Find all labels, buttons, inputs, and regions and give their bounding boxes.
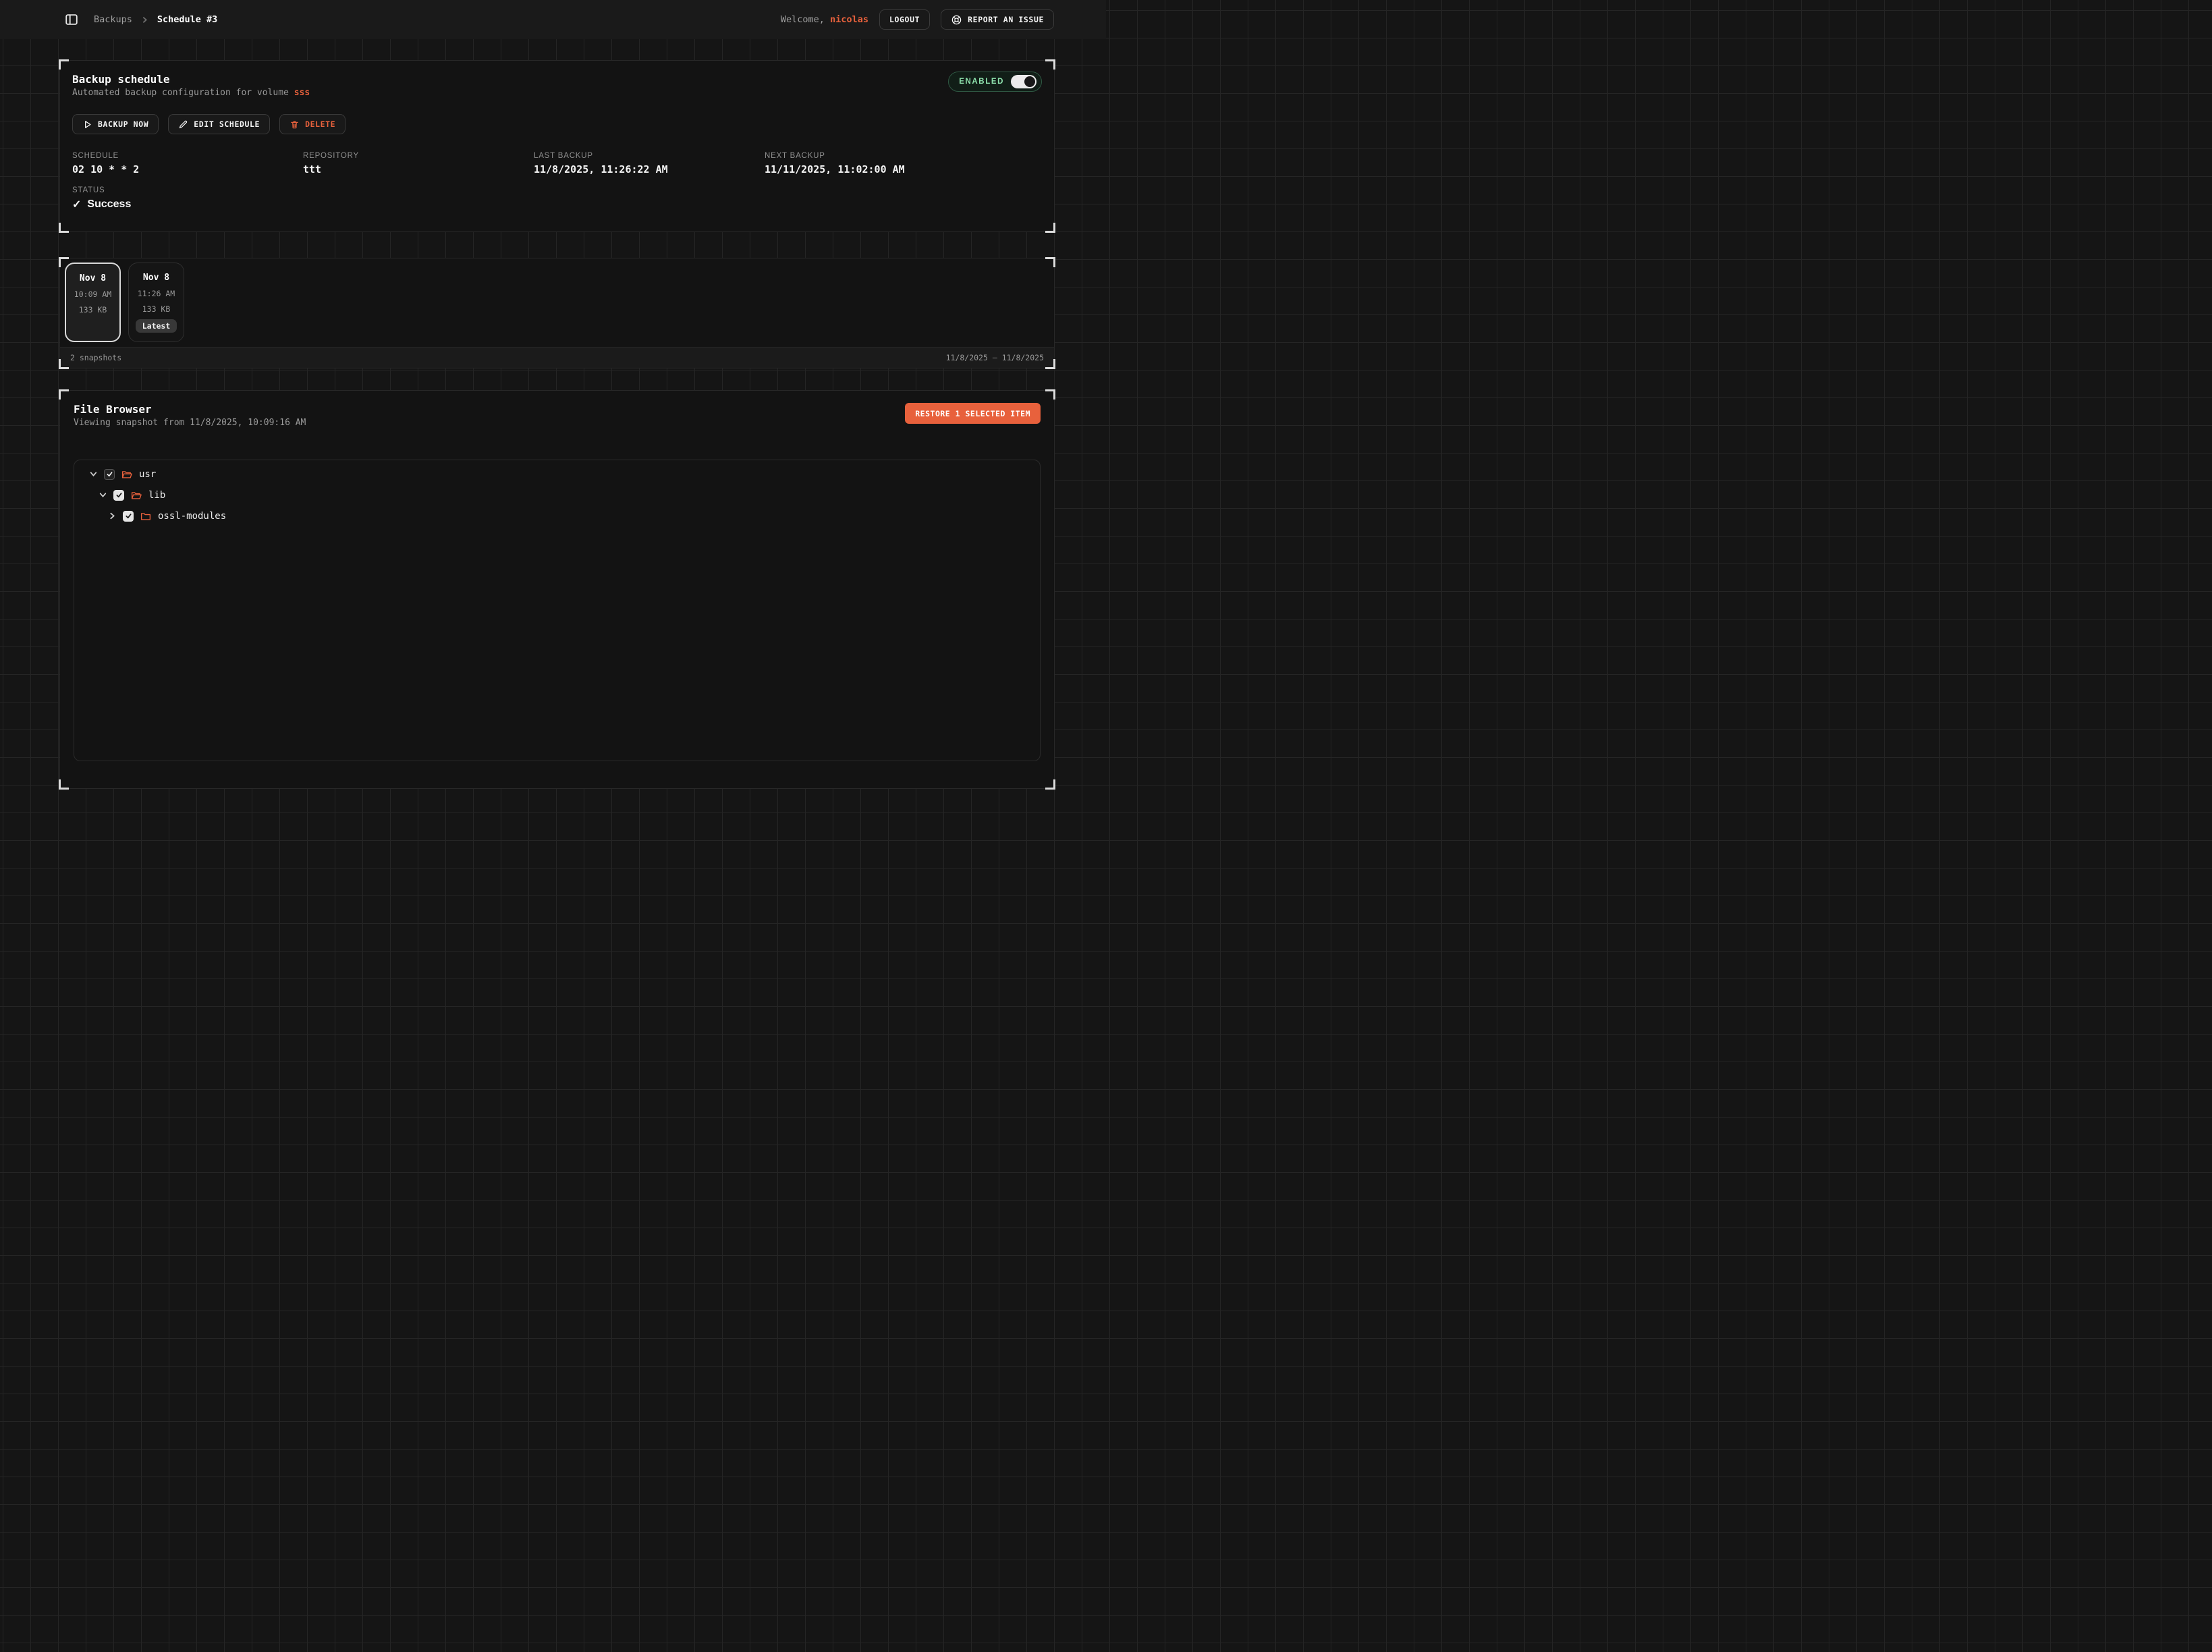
snapshot-time: 11:26 AM [138,289,175,298]
corner-bracket [59,359,69,369]
corner-bracket [1045,779,1055,790]
corner-bracket [59,223,69,233]
sidebar-toggle-button[interactable] [64,12,79,27]
snapshot-count: 2 snapshots [70,353,121,362]
tree-row-usr[interactable]: usr [81,464,1033,485]
latest-badge: Latest [136,319,177,333]
corner-bracket [1045,389,1055,400]
report-issue-button[interactable]: REPORT AN ISSUE [941,9,1054,30]
field-label: REPOSITORY [303,152,534,160]
enabled-label: ENABLED [959,78,1004,86]
field-repository: REPOSITORY ttt [303,152,534,175]
toggle-switch[interactable] [1011,75,1036,88]
panel-left-icon [64,12,79,27]
field-label: LAST BACKUP [534,152,765,160]
breadcrumb-backups[interactable]: Backups [94,14,132,25]
corner-bracket [1045,257,1055,267]
card-title: Backup schedule [72,73,1042,86]
status-label: STATUS [72,186,1042,194]
edit-schedule-button[interactable]: EDIT SCHEDULE [168,114,270,134]
field-value: 11/11/2025, 11:02:00 AM [765,163,1042,175]
welcome-prefix: Welcome, [781,14,825,25]
file-browser-subtitle: Viewing snapshot from 11/8/2025, 10:09:1… [74,418,1041,428]
field-next-backup: NEXT BACKUP 11/11/2025, 11:02:00 AM [765,152,1042,175]
username: nicolas [830,14,868,25]
volume-name: sss [294,88,310,98]
play-icon [82,119,92,130]
edit-schedule-label: EDIT SCHEDULE [194,119,260,129]
field-schedule: SCHEDULE 02 10 * * 2 [72,152,303,175]
tree-item-name: usr [139,469,156,480]
backup-schedule-card: Backup schedule Automated backup configu… [59,60,1055,232]
snapshots-footer: 2 snapshots 11/8/2025 – 11/8/2025 [60,347,1054,368]
tree-row-lib[interactable]: lib [81,485,1033,505]
field-label: SCHEDULE [72,152,303,160]
snapshot-date: Nov 8 [80,273,106,283]
top-bar: Backups Schedule #3 Welcome, nicolas LOG… [0,0,1106,39]
chevron-right-icon [140,16,149,24]
chevron-right-icon[interactable] [108,512,117,520]
snapshot-size: 133 KB [142,304,171,314]
backup-now-label: BACKUP NOW [98,119,148,129]
check-icon: ✓ [72,198,81,211]
lifebuoy-icon [951,14,962,26]
snapshot-tile[interactable]: Nov 8 11:26 AM 133 KB Latest [128,263,184,342]
field-value: 02 10 * * 2 [72,163,303,175]
field-label: NEXT BACKUP [765,152,1042,160]
file-browser-card: File Browser Viewing snapshot from 11/8/… [59,390,1055,789]
corner-bracket [1045,359,1055,369]
card-subtitle: Automated backup configuration for volum… [72,88,1042,98]
schedule-fields: SCHEDULE 02 10 * * 2 REPOSITORY ttt LAST… [72,152,1042,175]
tree-row-ossl-modules[interactable]: ossl-modules [81,505,1033,526]
field-value: ttt [303,163,534,175]
snapshot-size: 133 KB [79,305,107,314]
logout-label: LOGOUT [889,15,920,24]
snapshot-strip: Nov 8 10:09 AM 133 KB Nov 8 11:26 AM 133… [60,258,1054,347]
checkbox-checked[interactable] [113,490,124,501]
field-value: 11/8/2025, 11:26:22 AM [534,163,765,175]
tree-item-name: ossl-modules [158,511,226,522]
status-value: ✓ Success [72,198,1042,211]
restore-button[interactable]: RESTORE 1 SELECTED ITEM [905,403,1041,424]
corner-bracket [1045,59,1055,70]
report-issue-label: REPORT AN ISSUE [968,15,1044,24]
file-browser-title: File Browser [74,403,1041,416]
checkbox-checked[interactable] [123,511,134,522]
backup-now-button[interactable]: BACKUP NOW [72,114,159,134]
subtitle-text: Automated backup configuration for volum… [72,88,294,98]
chevron-down-icon[interactable] [89,470,98,478]
corner-bracket [59,779,69,790]
field-last-backup: LAST BACKUP 11/8/2025, 11:26:22 AM [534,152,765,175]
breadcrumb-current-page: Schedule #3 [157,14,217,25]
corner-bracket [1045,223,1055,233]
folder-open-icon [121,468,133,480]
snapshot-date-range: 11/8/2025 – 11/8/2025 [946,353,1044,362]
toggle-knob [1024,76,1035,87]
tree-item-name: lib [148,490,165,501]
corner-bracket [59,59,69,70]
chevron-down-icon[interactable] [99,491,107,499]
checkbox-mixed[interactable] [104,469,115,480]
snapshot-time: 10:09 AM [74,290,111,299]
status-text: Success [87,198,131,211]
corner-bracket [59,257,69,267]
folder-open-icon [130,489,142,501]
enabled-toggle[interactable]: ENABLED [948,72,1042,92]
corner-bracket [59,389,69,400]
file-tree: usr lib [74,460,1041,761]
delete-label: DELETE [305,119,335,129]
folder-icon [140,510,152,522]
logout-button[interactable]: LOGOUT [879,9,930,30]
trash-icon [289,119,300,130]
breadcrumb: Backups Schedule #3 [94,14,217,25]
welcome-text: Welcome, nicolas [781,14,868,25]
snapshots-card: Nov 8 10:09 AM 133 KB Nov 8 11:26 AM 133… [59,258,1055,368]
pencil-icon [178,119,188,130]
delete-button[interactable]: DELETE [279,114,345,134]
status-block: STATUS ✓ Success [72,186,1042,211]
snapshot-tile-selected[interactable]: Nov 8 10:09 AM 133 KB [65,263,121,342]
snapshot-date: Nov 8 [143,273,169,283]
